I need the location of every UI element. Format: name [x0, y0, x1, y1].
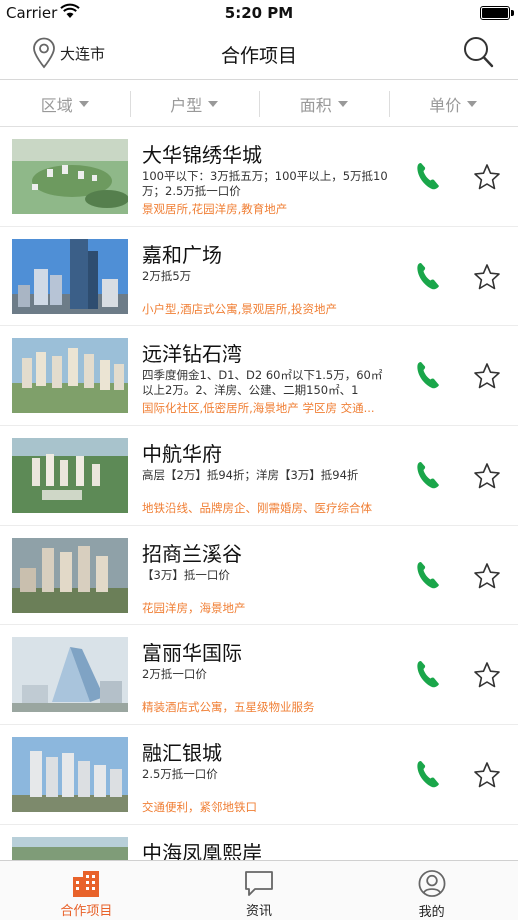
tab-label: 资讯: [246, 904, 273, 919]
phone-icon[interactable]: [415, 659, 441, 689]
project-item[interactable]: 嘉和广场 2万抵5万 小户型,酒店式公寓,景观居所,投资地产: [0, 227, 518, 327]
filter-region[interactable]: 区域: [0, 81, 130, 126]
search-button[interactable]: [462, 35, 494, 73]
tab-mine[interactable]: 我的: [345, 861, 518, 920]
project-item[interactable]: 融汇银城 2.5万抵一口价 交通便利，紧邻地铁口: [0, 725, 518, 825]
phone-icon[interactable]: [415, 460, 441, 490]
star-favorite-icon[interactable]: [473, 761, 501, 789]
project-item[interactable]: 大华锦绣华城 100平以下：3万抵五万；100平以上，5万抵10万；2.5万抵一…: [0, 127, 518, 227]
project-tags: 交通便利，紧邻地铁口: [142, 800, 257, 815]
star-favorite-icon[interactable]: [473, 661, 501, 689]
filter-price[interactable]: 单价: [388, 81, 518, 126]
project-name: 嘉和广场: [142, 242, 222, 267]
caret-down-icon: [337, 101, 348, 107]
filter-label: 区域: [40, 95, 73, 115]
filter-label: 户型: [170, 95, 203, 115]
caret-down-icon: [208, 101, 219, 107]
project-item[interactable]: 富丽华国际 2万抵一口价 精装酒店式公寓，五星级物业服务: [0, 625, 518, 726]
user-icon: [418, 870, 446, 897]
project-name: 富丽华国际: [142, 641, 242, 666]
project-name: 招商兰溪谷: [142, 541, 242, 566]
star-favorite-icon[interactable]: [473, 163, 501, 191]
project-photo: [12, 139, 128, 214]
phone-icon[interactable]: [415, 560, 441, 590]
project-photo: [12, 637, 128, 713]
project-commission: 2万抵一口价: [142, 667, 207, 682]
project-name: 远洋钻石湾: [142, 342, 242, 367]
tab-news[interactable]: 资讯: [173, 861, 346, 920]
star-favorite-icon[interactable]: [473, 263, 501, 291]
tab-bar: 合作项目 资讯 我的: [0, 860, 518, 920]
search-icon: [464, 37, 494, 68]
battery-icon: [480, 6, 514, 20]
tab-projects[interactable]: 合作项目: [0, 861, 173, 920]
caret-down-icon: [78, 101, 89, 107]
chat-bubble-icon: [245, 871, 273, 896]
project-photo: [12, 836, 128, 860]
clock: 5:20 PM: [224, 4, 294, 22]
filter-layout[interactable]: 户型: [129, 81, 260, 126]
project-list[interactable]: 大华锦绣华城 100平以下：3万抵五万；100平以上，5万抵10万；2.5万抵一…: [0, 127, 518, 860]
filter-label: 面积: [299, 95, 332, 115]
filter-label: 单价: [429, 95, 462, 115]
project-photo: [12, 338, 128, 414]
project-name: 大华锦绣华城: [142, 143, 262, 167]
filter-area[interactable]: 面积: [259, 81, 389, 126]
app-screen: { "status_bar": {"carrier": "Carrier", "…: [0, 0, 518, 920]
project-item[interactable]: 招商兰溪谷 【3万】抵一口价 花园洋房，海景地产: [0, 526, 518, 626]
project-commission: 2.5万抵一口价: [142, 767, 218, 782]
project-tags: 国际化社区,低密居所,海景地产 学区房 交通...: [142, 401, 375, 416]
nav-bar: 大连市 合作项目: [0, 28, 518, 80]
tab-label: 我的: [418, 905, 445, 920]
project-photo: [12, 737, 128, 813]
project-item[interactable]: 远洋钻石湾 四季度佣金1、D1、D2 60㎡以下1.5万，60㎡以上2万。2、洋…: [0, 326, 518, 427]
project-tags: 地铁沿线、品牌房企、刚需婚房、医疗综合体: [142, 501, 372, 516]
phone-icon[interactable]: [415, 360, 441, 390]
project-item[interactable]: 中航华府 高层【2万】抵94折；洋房【3万】抵94折 地铁沿线、品牌房企、刚需婚…: [0, 426, 518, 526]
project-name: 中航华府: [142, 442, 222, 467]
phone-icon[interactable]: [415, 161, 441, 191]
project-commission: 100平以下：3万抵五万；100平以上，5万抵10万；2.5万抵一口价: [142, 169, 388, 198]
project-name: 融汇银城: [142, 741, 222, 766]
project-photo: [12, 537, 128, 613]
project-commission: 四季度佣金1、D1、D2 60㎡以下1.5万，60㎡以上2万。2、洋房、公建、二…: [142, 368, 383, 398]
building-icon: [73, 871, 100, 897]
page-title: 合作项目: [220, 45, 297, 67]
project-tags: 花园洋房，海景地产: [142, 600, 246, 615]
project-commission: 高层【2万】抵94折；洋房【3万】抵94折: [142, 468, 359, 483]
project-photo: [12, 438, 128, 514]
project-item[interactable]: 中海凤凰熙岸: [0, 825, 518, 860]
tab-label: 合作项目: [60, 904, 113, 919]
project-photo: [12, 238, 128, 314]
project-commission: 【3万】抵一口价: [142, 567, 230, 582]
phone-icon[interactable]: [415, 261, 441, 291]
star-favorite-icon[interactable]: [473, 562, 501, 590]
project-tags: 精装酒店式公寓，五星级物业服务: [142, 700, 315, 715]
status-bar: Carrier 5:20 PM: [0, 0, 518, 28]
filter-bar: 区域 户型 面积 单价: [0, 81, 518, 127]
project-commission: 2万抵5万: [142, 268, 192, 283]
project-name: 中海凤凰熙岸: [142, 840, 262, 860]
phone-icon[interactable]: [415, 759, 441, 789]
project-tags: 景观居所,花园洋房,教育地产: [142, 202, 288, 216]
caret-down-icon: [467, 101, 478, 107]
project-tags: 小户型,酒店式公寓,景观居所,投资地产: [142, 301, 337, 316]
star-favorite-icon[interactable]: [473, 462, 501, 490]
star-favorite-icon[interactable]: [473, 362, 501, 390]
